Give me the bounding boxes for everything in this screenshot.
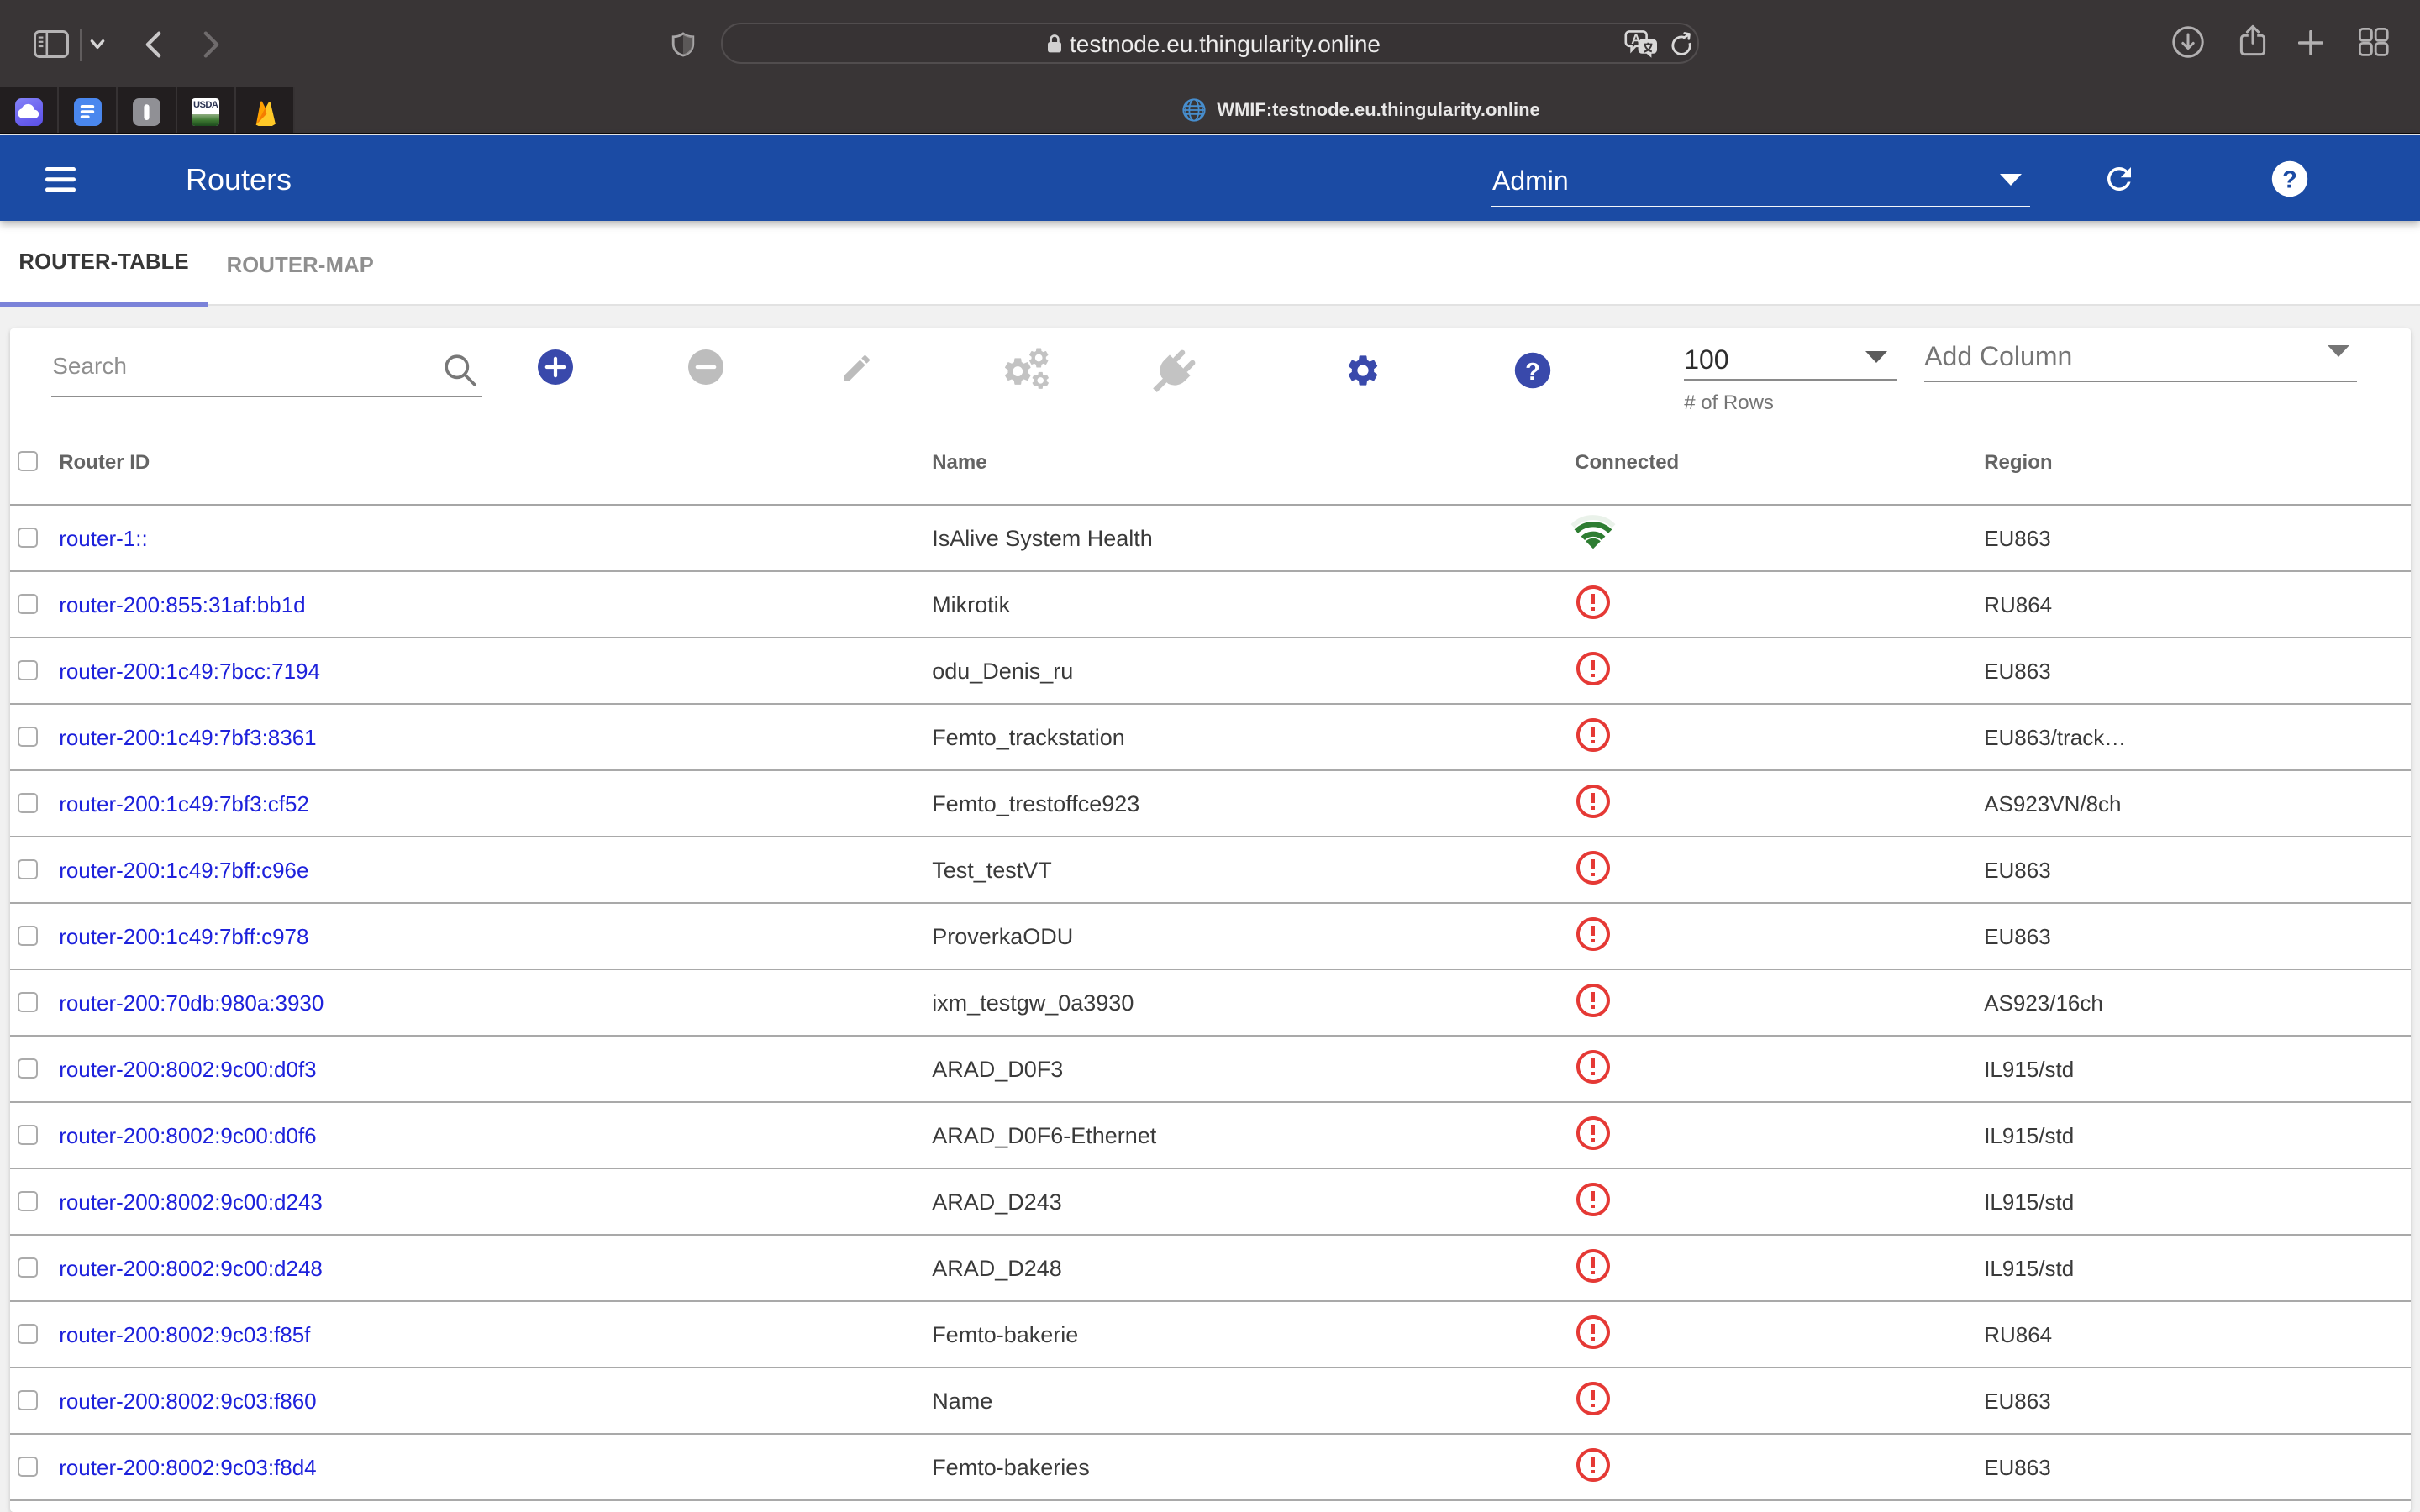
svg-text:?: ? bbox=[1525, 359, 1540, 386]
svg-text:?: ? bbox=[2282, 166, 2297, 193]
